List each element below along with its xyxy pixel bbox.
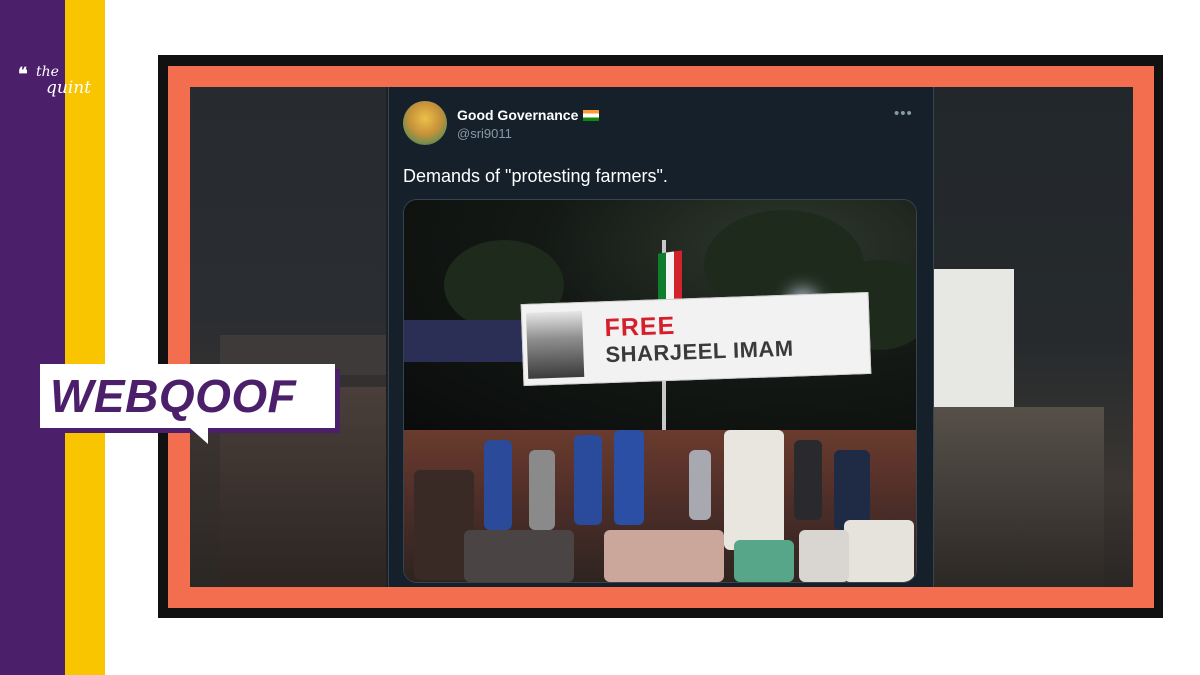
protest-crowd	[404, 430, 916, 582]
india-flag-icon	[583, 110, 600, 121]
tweet-photo[interactable]: FREE SHARJEEL IMAM	[403, 199, 917, 583]
user-handle[interactable]: @sri9011	[457, 126, 512, 141]
background-board	[404, 320, 524, 362]
tweet-text: Demands of "protesting farmers".	[403, 166, 668, 186]
webqoof-label: WEBQOOF	[50, 370, 297, 422]
blurred-background-right	[934, 87, 1133, 587]
the-quint-logo: ❝ the quint	[18, 64, 98, 104]
logo-text-quint: quint	[46, 78, 92, 98]
banner-text-free: FREE	[604, 311, 676, 343]
banner-portrait	[525, 310, 585, 379]
avatar[interactable]	[403, 101, 447, 145]
blurred-background-left	[190, 87, 386, 587]
webqoof-tag-notch	[190, 428, 208, 444]
tweet-screenshot: Good Governance @sri9011 ••• Demands of …	[190, 87, 1133, 587]
tweet-card[interactable]: Good Governance @sri9011 ••• Demands of …	[388, 87, 934, 587]
protest-banner: FREE SHARJEEL IMAM	[520, 291, 872, 387]
banner-text-name: SHARJEEL IMAM	[605, 335, 795, 368]
user-display-name[interactable]: Good Governance	[457, 107, 600, 123]
quote-mark-icon: ❝	[18, 64, 28, 85]
more-options-icon[interactable]: •••	[894, 105, 913, 122]
